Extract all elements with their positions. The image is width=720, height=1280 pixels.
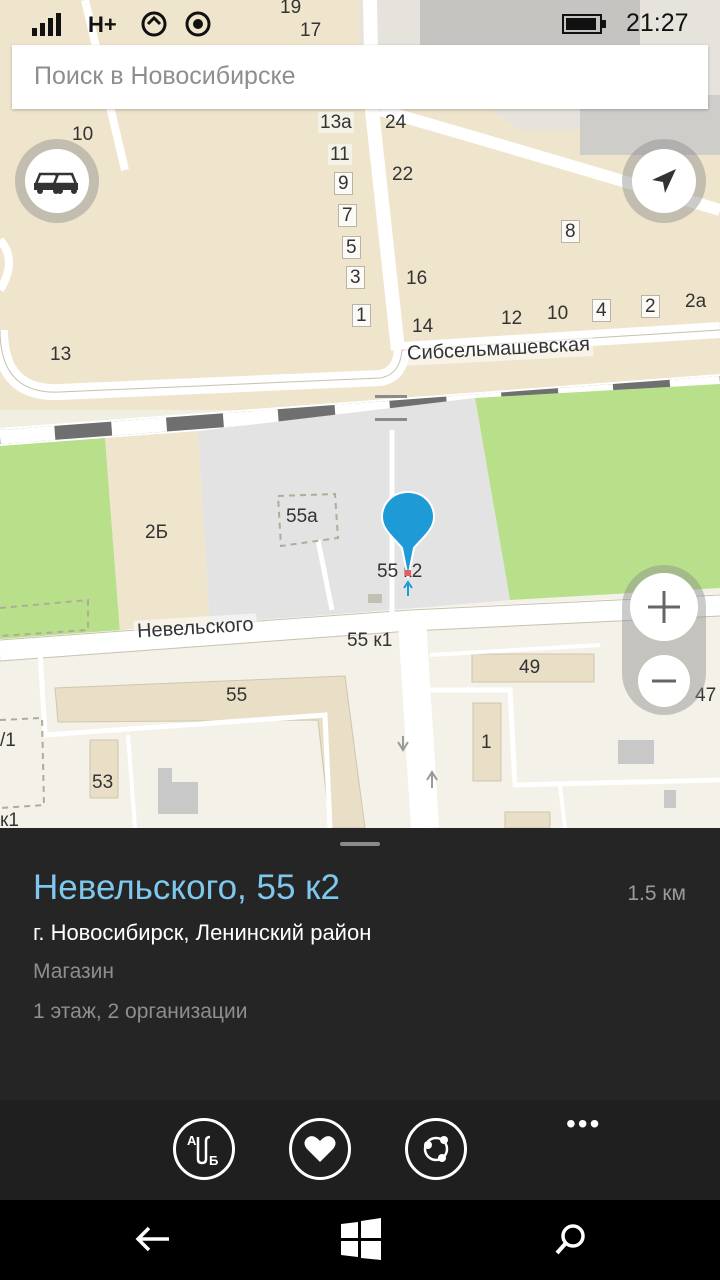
svg-text:Б: Б [209,1153,218,1168]
system-search-button[interactable] [546,1216,596,1262]
map-label: 13а [318,112,354,133]
map-label: 2 [641,295,660,318]
map-label: 2Б [145,522,169,543]
network-type: H+ [88,12,117,37]
map-label: 14 [412,316,434,337]
windows-start-icon [341,1218,381,1260]
share-icon [423,1136,449,1162]
plus-icon [648,591,680,623]
map-label: 10 [547,303,569,324]
share-button[interactable] [405,1118,467,1180]
zoom-in-button[interactable] [630,573,698,641]
map-label: 22 [392,164,414,185]
crossing-mark [375,418,407,421]
map-label: 12 [501,308,523,329]
map-canvas [0,0,720,828]
zoom-out-button[interactable] [638,655,690,707]
map-view[interactable]: 19 17 10 13а 24 11 22 9 7 8 5 3 16 1 14 … [0,0,720,828]
battery-icon [562,14,606,34]
favorite-button[interactable] [289,1118,351,1180]
my-location-button[interactable] [622,139,706,223]
start-button[interactable] [336,1216,386,1262]
traffic-cars-icon [25,149,89,213]
traffic-button[interactable] [15,139,99,223]
search-icon [555,1224,585,1255]
app-bar: А Б ••• [0,1100,720,1200]
map-label: 7 [338,204,357,227]
system-nav-bar [0,1200,720,1280]
signal-strength-icon [32,13,61,36]
map-label: 53 [92,772,114,793]
data-sync-icon [141,11,167,37]
map-label: к1 [0,810,19,828]
place-info-panel[interactable]: Невельского, 55 к2 1.5 км г. Новосибирск… [0,828,720,1100]
place-distance: 1.5 км [627,882,686,905]
map-label: 3 [346,266,365,289]
route-ab-icon: А Б [187,1133,218,1168]
place-organizations[interactable]: 1 этаж, 2 организации [33,1000,247,1024]
route-button[interactable]: А Б [173,1118,235,1180]
map-label: 55 к1 [347,630,393,651]
map-label: 55 [226,685,248,706]
crossing-mark [375,395,407,398]
map-label: 24 [385,112,407,133]
map-label: 8 [561,220,580,243]
map-label: 11 [328,144,352,165]
svg-text:А: А [187,1133,197,1148]
search-box[interactable] [12,45,708,109]
location-pin-icon[interactable] [380,490,436,600]
map-label: 49 [519,657,541,678]
map-label: 5 [342,236,361,259]
back-button[interactable] [128,1216,178,1262]
back-arrow-icon [135,1226,169,1252]
search-input[interactable] [32,45,696,107]
map-label: /1 [0,730,16,751]
map-label: 1 [352,304,371,327]
map-label: 55а [286,506,318,527]
panel-drag-handle[interactable] [340,842,380,846]
place-category: Магазин [33,960,115,983]
place-address: г. Новосибирск, Ленинский район [33,920,372,945]
location-services-icon [185,11,211,37]
status-bar: H+ 21:27 [0,0,720,48]
minus-icon [652,679,676,683]
place-title[interactable]: Невельского, 55 к2 [33,868,340,908]
map-label: 4 [592,299,611,322]
map-label: 1 [481,732,492,753]
navigation-arrow-icon [632,149,696,213]
map-label: 13 [50,344,72,365]
more-options-button[interactable]: ••• [566,1108,601,1140]
clock: 21:27 [626,9,689,37]
map-label: 16 [406,268,428,289]
map-label: 9 [334,172,353,195]
favorite-heart-icon [304,1136,336,1162]
map-label: 2а [685,291,707,312]
